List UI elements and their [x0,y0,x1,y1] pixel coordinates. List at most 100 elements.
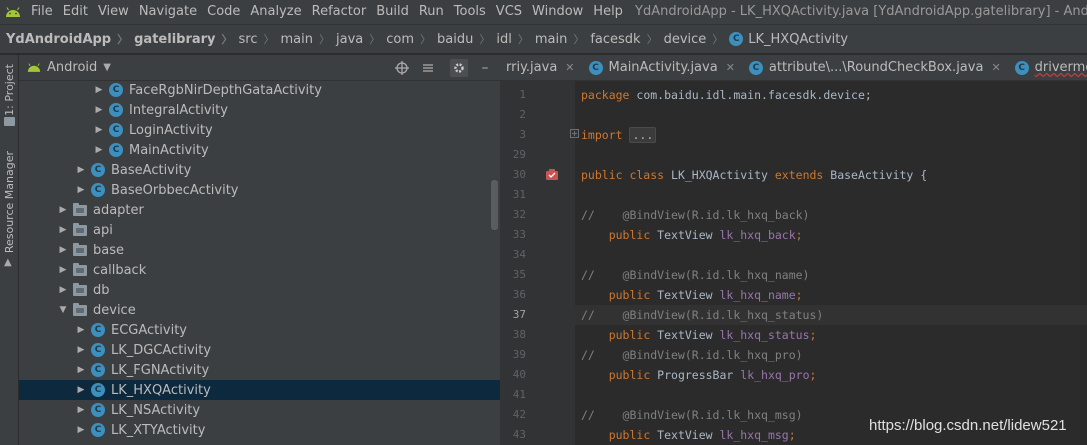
tree-item[interactable]: ▶ C LK_HXQActivity [19,380,500,400]
close-icon[interactable]: ✕ [726,61,735,74]
breadcrumb-item[interactable]: src 〉 [239,31,281,47]
menu-help[interactable]: Help [588,0,628,24]
breadcrumb-label: LK_HXQActivity [748,31,849,47]
collapsed-arrow-icon[interactable]: ▶ [93,105,105,115]
breadcrumb-item[interactable]: C LK_HXQActivity [729,32,848,47]
tree-item[interactable]: ▶ adapter [19,200,500,220]
editor-tab[interactable]: C MainActivity.java ✕ [583,55,743,80]
close-icon[interactable]: ✕ [565,61,574,74]
tree-item[interactable]: ▶ C FaceRgbNirDepthGataActivity [19,80,500,100]
collapse-all-icon[interactable] [419,59,437,77]
resource-manager-tab[interactable]: Resource Manager [0,147,19,257]
breadcrumb-item[interactable]: gatelibrary 〉 [134,31,238,47]
tree-item[interactable]: ▶ C LoginActivity [19,120,500,140]
locate-file-icon[interactable] [393,59,411,77]
collapsed-arrow-icon[interactable]: ▶ [75,425,87,435]
tree-item[interactable]: ▶ C BaseOrbbecActivity [19,180,500,200]
breadcrumb-item[interactable]: com 〉 [386,31,437,47]
tree-item[interactable]: ▶ callback [19,260,500,280]
code-text[interactable]: // @BindView(R.id.lk_hxq_pro) [581,345,803,365]
collapsed-arrow-icon[interactable]: ▶ [57,245,69,255]
code-line: 38 public TextView lk_hxq_status; [500,325,1087,345]
breadcrumb-label: com [386,31,415,47]
tree-item[interactable]: ▶ C ECGActivity [19,320,500,340]
expanded-arrow-icon[interactable]: ▼ [57,305,69,315]
tree-item[interactable]: ▶ api [19,220,500,240]
code-text[interactable]: import ... [581,125,657,145]
tree-item[interactable]: ▼ device [19,300,500,320]
code-text[interactable]: // @BindView(R.id.lk_hxq_name) [581,265,809,285]
tree-item[interactable]: ▶ db [19,280,500,300]
menu-build[interactable]: Build [371,0,414,24]
tree-item[interactable]: ▶ base [19,240,500,260]
menu-view[interactable]: View [93,0,134,24]
code-text[interactable]: public class LK_HXQActivity extends Base… [581,165,927,185]
menu-navigate[interactable]: Navigate [134,0,202,24]
editor-tab-label: rriy.java [506,60,558,75]
fold-expand-icon[interactable]: + [570,129,579,138]
menu-window[interactable]: Window [527,0,588,24]
breadcrumb-item[interactable]: facesdk 〉 [590,31,663,47]
menu-edit[interactable]: Edit [58,0,93,24]
breadcrumb-item[interactable]: device 〉 [664,31,730,47]
collapsed-arrow-icon[interactable]: ▶ [93,145,105,155]
breadcrumb-item[interactable]: java 〉 [336,31,386,47]
tree-item[interactable]: ▶ C MainActivity [19,140,500,160]
breadcrumb-item[interactable]: YdAndroidApp 〉 [6,31,134,47]
code-token: ProgressBar [657,368,741,382]
collapsed-arrow-icon[interactable]: ▶ [75,165,87,175]
editor-tab[interactable]: Cdrivermonitor\...\R [1009,55,1087,80]
code-text[interactable]: public ProgressBar lk_hxq_pro; [581,365,817,385]
collapsed-arrow-icon[interactable]: ▶ [75,365,87,375]
collapsed-arrow-icon[interactable]: ▶ [57,265,69,275]
tree-item[interactable]: ▶ C LK_DGCActivity [19,340,500,360]
code-text[interactable]: public TextView lk_hxq_msg; [581,425,796,445]
project-tree-scrollbar[interactable] [491,180,498,230]
menu-code[interactable]: Code [202,0,245,24]
collapsed-arrow-icon[interactable]: ▶ [75,325,87,335]
menu-analyze[interactable]: Analyze [245,0,306,24]
editor-tab[interactable]: rriy.java ✕ [500,55,583,80]
code-text[interactable]: public TextView lk_hxq_back; [581,225,803,245]
menu-file[interactable]: File [26,0,58,24]
collapsed-arrow-icon[interactable]: ▶ [75,385,87,395]
menu-run[interactable]: Run [414,0,449,24]
collapsed-arrow-icon[interactable]: ▶ [57,225,69,235]
tree-item[interactable]: ▶ C BaseActivity [19,160,500,180]
breadcrumb-item[interactable]: baidu 〉 [437,31,496,47]
collapsed-arrow-icon[interactable]: ▶ [93,125,105,135]
code-text[interactable]: package com.baidu.idl.main.facesdk.devic… [581,85,872,105]
menu-vcs[interactable]: VCS [491,0,527,24]
collapsed-arrow-icon[interactable]: ▶ [93,85,105,95]
code-token: TextView [657,428,720,442]
chevron-down-icon[interactable]: ▼ [103,62,111,73]
code-text[interactable]: // @BindView(R.id.lk_hxq_status) [581,305,823,325]
code-text[interactable]: public TextView lk_hxq_status; [581,325,817,345]
code-text[interactable]: public TextView lk_hxq_name; [581,285,803,305]
breadcrumb-label: main [534,31,568,47]
collapsed-arrow-icon[interactable]: ▶ [75,185,87,195]
close-icon[interactable]: ✕ [991,61,1000,74]
class-gutter-icon[interactable] [545,168,559,182]
menu-refactor[interactable]: Refactor [307,0,372,24]
breadcrumb-item[interactable]: main 〉 [535,31,590,47]
collapsed-arrow-icon[interactable]: ▶ [57,205,69,215]
tree-item[interactable]: ▶ C LK_FGNActivity [19,360,500,380]
project-tool-tab[interactable]: 1: Project [0,59,19,121]
code-text[interactable]: // @BindView(R.id.lk_hxq_back) [581,205,809,225]
collapsed-arrow-icon[interactable]: ▶ [75,345,87,355]
menu-tools[interactable]: Tools [449,0,491,24]
code-text[interactable]: // @BindView(R.id.lk_hxq_msg) [581,405,803,425]
collapsed-arrow-icon[interactable]: ▶ [57,285,69,295]
collapsed-arrow-icon[interactable]: ▶ [75,405,87,415]
breadcrumb-item[interactable]: main 〉 [281,31,336,47]
editor-tab[interactable]: Cattribute\...\RoundCheckBox.java ✕ [743,55,1009,80]
tree-item[interactable]: ▶ C LK_XTYActivity [19,420,500,440]
view-mode-selector[interactable]: Android [47,60,97,75]
breadcrumb-item[interactable]: idl 〉 [496,31,534,47]
tree-item[interactable]: ▶ C IntegralActivity [19,100,500,120]
folded-imports[interactable]: ... [629,127,657,143]
tree-item[interactable]: ▶ C LK_NSActivity [19,400,500,420]
gear-icon[interactable] [450,59,468,77]
minimize-icon[interactable]: – [476,59,494,77]
